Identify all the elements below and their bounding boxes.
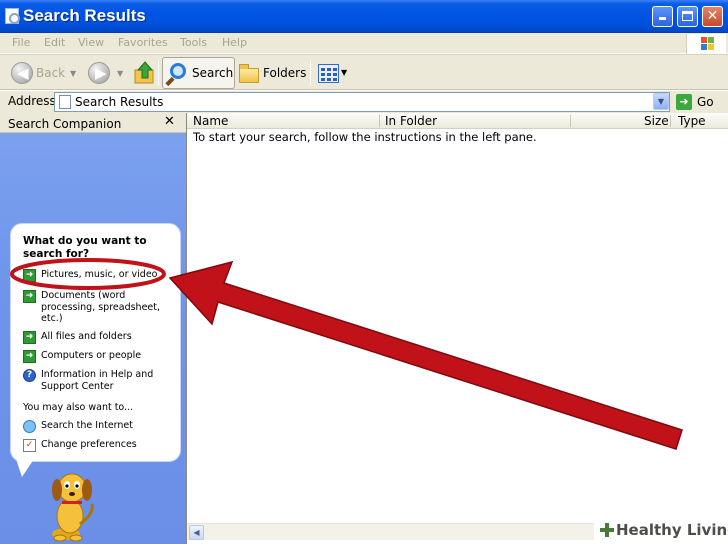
magnifier-handle [165, 76, 175, 87]
column-size[interactable]: Size [644, 114, 669, 128]
up-folder-button[interactable] [132, 58, 156, 88]
address-label: Address [8, 94, 56, 108]
back-dropdown-icon[interactable]: ▼ [70, 69, 76, 78]
watermark: Healthy Living [594, 518, 728, 544]
minimize-icon [659, 17, 666, 20]
toolbar: ◀ Back ▼ ▶ ▼ Search Folders ▼ [0, 54, 728, 90]
scroll-left-icon[interactable]: ◀ [189, 525, 204, 540]
maximize-button[interactable] [677, 6, 698, 27]
watermark-text: Healthy Living [616, 521, 728, 539]
address-field[interactable]: Search Results [54, 92, 670, 112]
search-instructions: To start your search, follow the instruc… [193, 130, 537, 144]
menu-edit[interactable]: Edit [44, 36, 65, 49]
balloon-tail [16, 459, 34, 477]
windows-flag-icon [701, 37, 715, 51]
back-button[interactable]: ◀ Back [8, 58, 68, 88]
column-divider[interactable] [379, 115, 380, 127]
option-label: Documents (word processing, spreadsheet,… [41, 290, 161, 324]
search-companion-header: Search Companion ✕ [0, 113, 186, 133]
window-title: Search Results [23, 6, 146, 25]
menu-help[interactable]: Help [222, 36, 247, 49]
address-bar: Address Search Results ▼ ➜ Go [0, 90, 728, 112]
forward-dropdown-icon[interactable]: ▼ [117, 69, 123, 78]
column-divider[interactable] [570, 115, 571, 127]
option-label: Search the Internet [41, 420, 133, 431]
search-label: Search [192, 66, 234, 80]
toolbar-separator [158, 61, 159, 85]
results-column-header: Name In Folder Size Type [187, 113, 728, 129]
option-label: Computers or people [41, 350, 142, 361]
views-dropdown-icon[interactable]: ▼ [341, 68, 347, 77]
green-arrow-icon: ➜ [23, 331, 36, 344]
green-arrow-icon: ➜ [23, 350, 36, 363]
also-want-label: You may also want to... [23, 402, 134, 413]
folders-button[interactable]: Folders [238, 58, 308, 88]
windows-logo [686, 34, 726, 54]
menu-bar: File Edit View Favorites Tools Help [0, 33, 728, 54]
results-pane: Name In Folder Size Type To start your s… [186, 113, 728, 544]
title-bar[interactable]: Search Results ✕ [0, 0, 728, 33]
preferences-icon: ✓ [23, 439, 36, 452]
column-type[interactable]: Type [678, 114, 706, 128]
close-icon: ✕ [706, 8, 719, 24]
go-arrow-icon[interactable]: ➜ [676, 94, 692, 110]
search-results-window-icon [5, 8, 20, 24]
option-label: All files and folders [41, 331, 132, 342]
toolbar-separator [310, 61, 311, 85]
green-arrow-icon: ➜ [23, 269, 36, 282]
folders-label: Folders [263, 66, 307, 80]
green-arrow-icon: ➜ [23, 290, 36, 303]
address-value: Search Results [75, 95, 164, 109]
help-icon: ? [23, 369, 36, 382]
internet-search-icon [23, 420, 36, 433]
option-label: Change preferences [41, 439, 137, 450]
option-label: Pictures, music, or video [41, 269, 158, 280]
search-results-icon [59, 95, 71, 109]
search-companion-title: Search Companion [8, 117, 122, 131]
up-folder-icon [134, 61, 154, 84]
healthy-living-logo-icon [600, 523, 614, 537]
menu-tools[interactable]: Tools [180, 36, 207, 49]
folder-icon [239, 64, 259, 83]
menu-view[interactable]: View [78, 36, 104, 49]
column-divider[interactable] [670, 115, 671, 127]
close-button[interactable]: ✕ [702, 6, 723, 27]
search-companion-pane: Search Companion ✕ What do you want to s… [0, 113, 186, 544]
search-button[interactable]: Search [162, 57, 235, 89]
column-name[interactable]: Name [193, 114, 228, 128]
search-dog-icon[interactable] [44, 464, 104, 544]
forward-arrow-icon: ▶ [88, 62, 110, 84]
menu-file[interactable]: File [12, 36, 30, 49]
close-pane-icon[interactable]: ✕ [164, 114, 175, 129]
search-question: What do you want to search for? [23, 235, 147, 260]
menu-favorites[interactable]: Favorites [118, 36, 168, 49]
maximize-icon [682, 11, 693, 21]
back-arrow-icon: ◀ [11, 62, 33, 84]
column-in-folder[interactable]: In Folder [385, 114, 437, 128]
option-label: Information in Help and Support Center [41, 369, 154, 392]
minimize-button[interactable] [652, 6, 673, 27]
views-icon[interactable] [318, 64, 339, 83]
back-label: Back [36, 66, 66, 80]
address-dropdown-icon[interactable]: ▼ [653, 93, 669, 110]
search-options-balloon: What do you want to search for? ➜ Pictur… [10, 223, 181, 462]
forward-button[interactable]: ▶ [86, 58, 116, 88]
go-button[interactable]: Go [697, 95, 714, 109]
